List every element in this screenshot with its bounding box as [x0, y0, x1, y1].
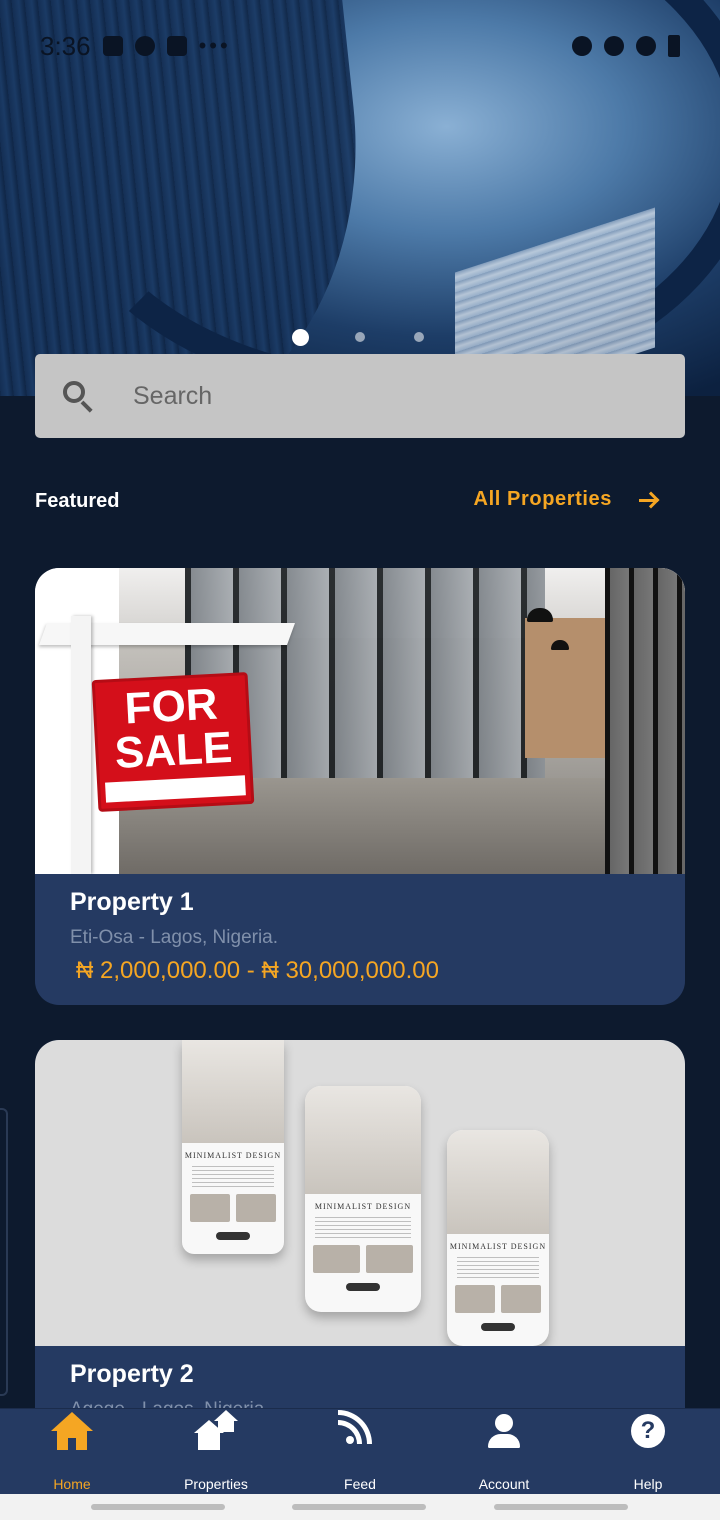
property-price: ₦ 2,000,000.00 - ₦ 30,000,000.00: [76, 957, 439, 984]
search-icon: [61, 379, 95, 413]
nav-home-label: Home: [53, 1476, 91, 1492]
all-properties-link[interactable]: All Properties: [474, 488, 660, 511]
battery-icon: [668, 35, 680, 57]
search-bar[interactable]: [35, 354, 685, 438]
carousel-indicator: [0, 329, 720, 346]
recents-button[interactable]: [91, 1504, 225, 1510]
edge-panel-handle[interactable]: [0, 1108, 8, 1396]
status-bar: 3:36 •••: [0, 26, 720, 66]
property-image: MINIMALIST DESIGN MINIMALIST DESIGN MINI…: [35, 1040, 685, 1346]
nav-help[interactable]: ? Help: [576, 1409, 720, 1494]
sign-text-line2: SALE: [113, 722, 234, 779]
search-input[interactable]: [133, 381, 613, 411]
properties-icon: [194, 1410, 238, 1454]
system-navigation-bar: [0, 1494, 720, 1520]
person-icon: [482, 1410, 526, 1454]
gallery-icon: [102, 36, 123, 56]
alarm-icon: [572, 36, 592, 56]
section-title: Featured: [35, 490, 120, 512]
carousel-dot[interactable]: [414, 332, 424, 342]
nav-properties-label: Properties: [184, 1476, 248, 1492]
property-title: Property 1: [70, 888, 194, 916]
more-notifications-icon: •••: [198, 33, 231, 58]
mockup-heading: MINIMALIST DESIGN: [314, 1202, 412, 1212]
carousel-dot-active[interactable]: [292, 329, 309, 346]
nav-properties[interactable]: Properties: [144, 1409, 288, 1494]
rss-feed-icon: [338, 1410, 382, 1454]
help-icon: ?: [626, 1410, 670, 1454]
phone-mockup: MINIMALIST DESIGN: [447, 1130, 549, 1346]
status-time: 3:36: [40, 30, 91, 61]
nav-feed[interactable]: Feed: [288, 1409, 432, 1494]
home-icon: [50, 1410, 94, 1454]
mockup-heading: MINIMALIST DESIGN: [184, 1150, 282, 1160]
snapchat-icon: [134, 36, 155, 56]
nav-home[interactable]: Home: [0, 1409, 144, 1494]
mail-icon: [166, 36, 187, 56]
nav-account[interactable]: Account: [432, 1409, 576, 1494]
property-title: Property 2: [70, 1360, 194, 1388]
for-sale-sign: FOR SALE: [91, 672, 255, 812]
nav-help-label: Help: [633, 1476, 663, 1492]
arrow-right-icon: [638, 489, 660, 511]
property-card[interactable]: FOR SALE Property 1 Eti-Osa - Lagos, Nig…: [35, 568, 685, 1005]
mockup-heading: MINIMALIST DESIGN: [449, 1241, 547, 1251]
property-image: FOR SALE: [35, 568, 685, 874]
carousel-dot[interactable]: [355, 332, 365, 342]
bottom-navigation: Home Properties Feed Account ? Help: [0, 1408, 720, 1494]
phone-mockup: MINIMALIST DESIGN: [305, 1086, 421, 1312]
nav-feed-label: Feed: [344, 1476, 376, 1492]
all-properties-label: All Properties: [473, 488, 612, 510]
property-card[interactable]: MINIMALIST DESIGN MINIMALIST DESIGN MINI…: [35, 1040, 685, 1460]
home-button[interactable]: [292, 1504, 426, 1510]
wifi-icon: [604, 36, 624, 56]
hero-carousel[interactable]: 3:36 •••: [0, 0, 720, 396]
data-saver-icon: [636, 36, 656, 56]
phone-mockup: MINIMALIST DESIGN: [182, 1040, 284, 1254]
nav-account-label: Account: [478, 1476, 530, 1492]
property-location: Eti-Osa - Lagos, Nigeria.: [70, 927, 279, 948]
back-button[interactable]: [494, 1504, 628, 1510]
